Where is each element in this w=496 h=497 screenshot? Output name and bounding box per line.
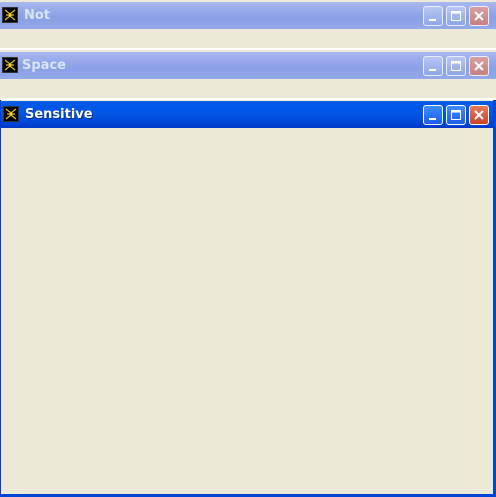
window-title: Sensitive xyxy=(25,107,93,122)
app-icon[interactable] xyxy=(3,106,19,122)
titlebar-space[interactable]: Space xyxy=(0,52,496,79)
maximize-button[interactable] xyxy=(446,56,466,76)
maximize-button[interactable] xyxy=(446,6,466,26)
client-area-not xyxy=(0,29,496,48)
titlebar-sensitive[interactable]: Sensitive xyxy=(1,101,493,128)
client-area-sensitive xyxy=(1,128,493,494)
minimize-button[interactable] xyxy=(423,6,443,26)
minimize-icon xyxy=(429,19,436,21)
window-not[interactable]: Not xyxy=(0,0,496,48)
close-icon xyxy=(474,61,484,71)
close-button[interactable] xyxy=(469,6,489,26)
maximize-icon xyxy=(451,110,461,120)
titlebar-not[interactable]: Not xyxy=(0,2,496,29)
window-title: Not xyxy=(24,8,51,23)
maximize-icon xyxy=(451,11,461,21)
close-button[interactable] xyxy=(469,56,489,76)
window-title: Space xyxy=(22,58,66,73)
maximize-icon xyxy=(451,61,461,71)
close-icon xyxy=(474,110,484,120)
minimize-button[interactable] xyxy=(423,56,443,76)
minimize-button[interactable] xyxy=(423,105,443,125)
desktop: Not Space Sensitive xyxy=(0,0,496,497)
close-button[interactable] xyxy=(469,105,489,125)
app-icon[interactable] xyxy=(2,57,18,73)
maximize-button[interactable] xyxy=(446,105,466,125)
minimize-icon xyxy=(429,69,436,71)
minimize-icon xyxy=(429,118,436,120)
window-space[interactable]: Space xyxy=(0,50,496,98)
close-icon xyxy=(474,11,484,21)
app-icon[interactable] xyxy=(2,7,18,23)
client-area-space xyxy=(0,79,496,98)
window-sensitive[interactable]: Sensitive xyxy=(0,100,496,497)
